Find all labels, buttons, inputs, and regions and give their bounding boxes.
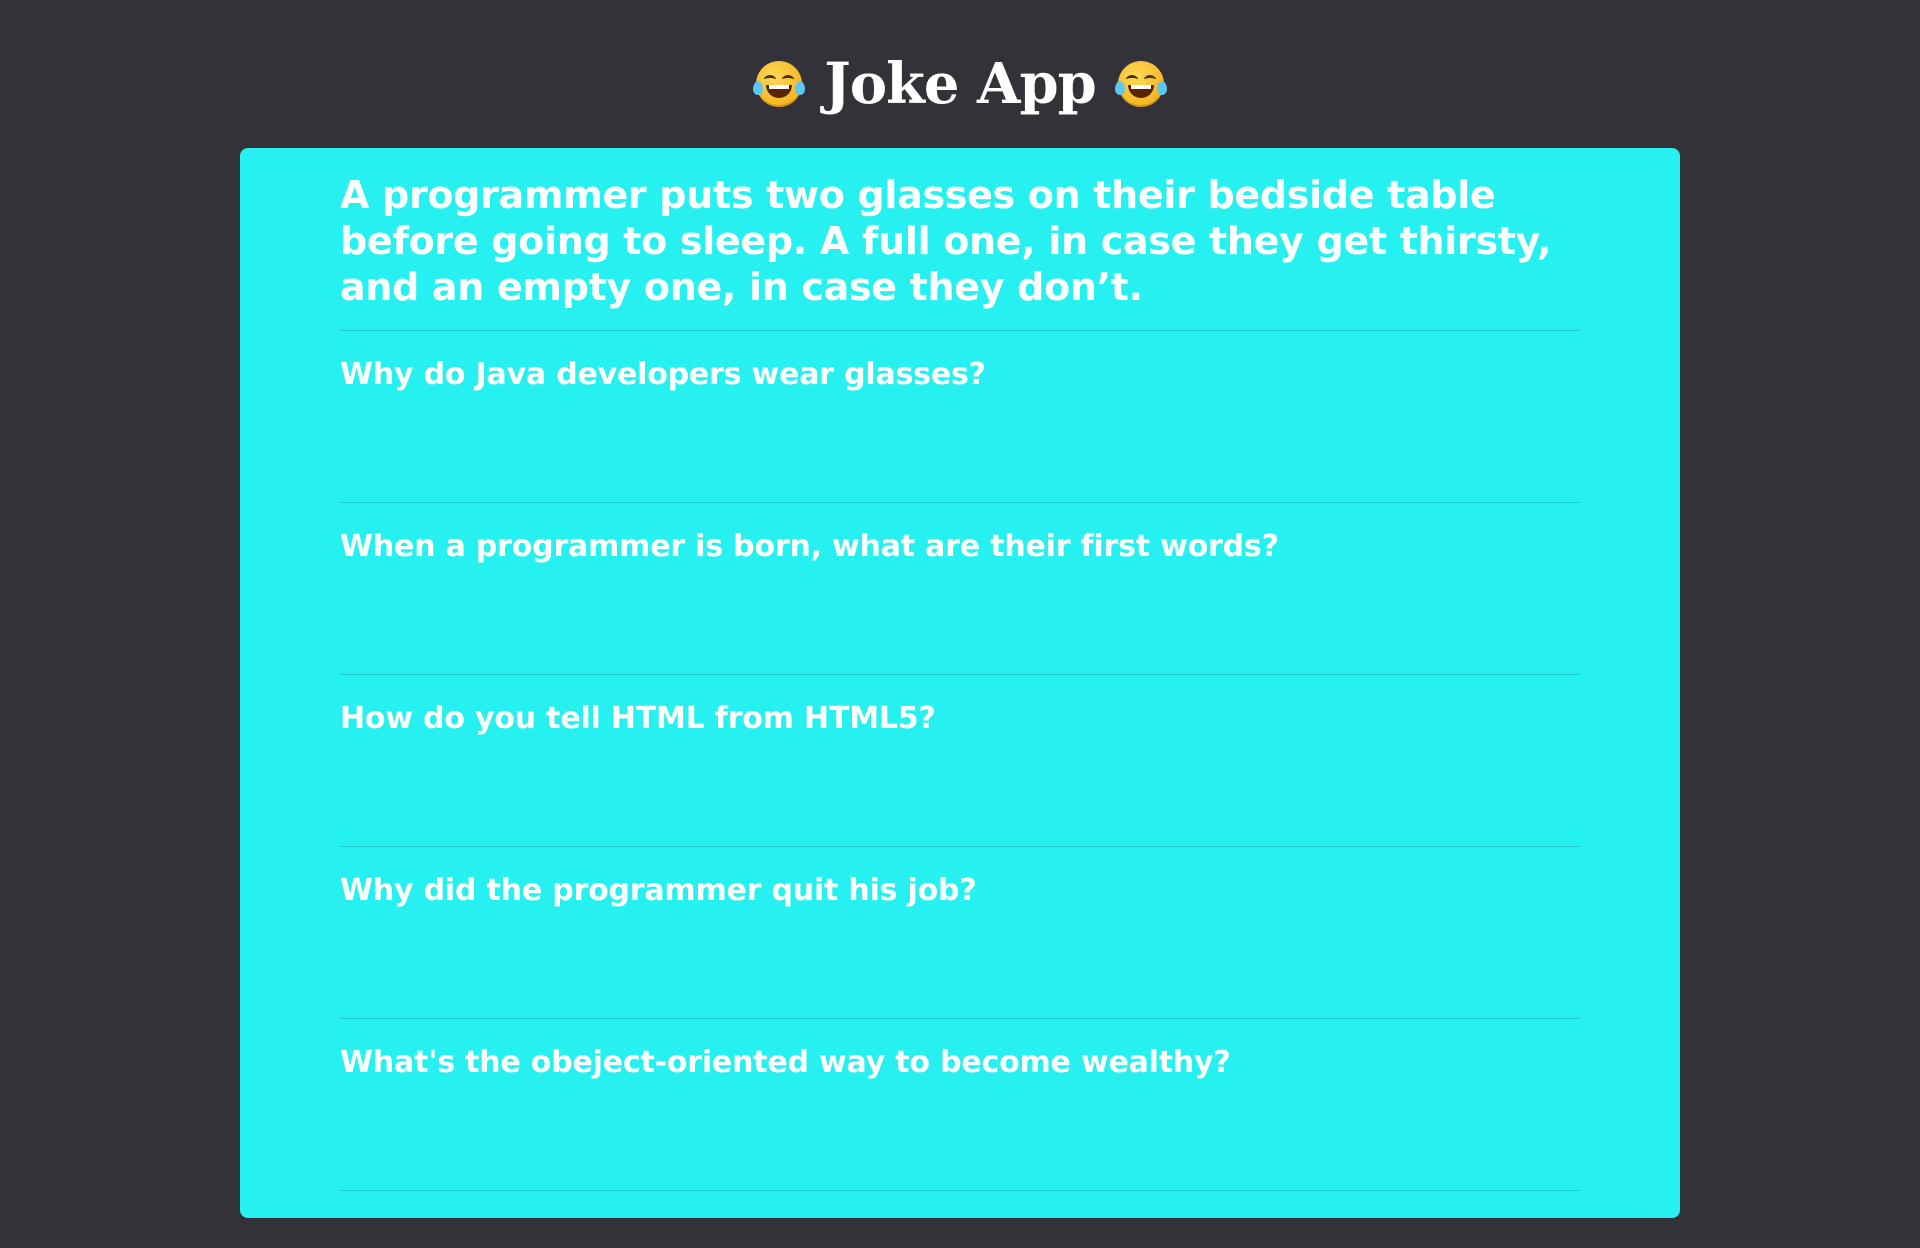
featured-joke: A programmer puts two glasses on their b… <box>340 172 1580 331</box>
joke-question-item[interactable]: How do you tell HTML from HTML5? <box>340 675 1580 847</box>
joke-question-item[interactable]: Why do Java developers wear glasses? <box>340 331 1580 503</box>
joy-emoji-icon <box>1114 61 1167 107</box>
joke-list: Why do Java developers wear glasses? Whe… <box>340 331 1580 1191</box>
joke-question-item[interactable]: What's the obeject-oriented way to becom… <box>340 1019 1580 1191</box>
joke-question-item[interactable]: Why did the programmer quit his job? <box>340 847 1580 1019</box>
app-title: Joke App <box>824 51 1097 117</box>
joy-emoji-icon <box>753 61 806 107</box>
joke-card-content: A programmer puts two glasses on their b… <box>340 172 1580 1191</box>
joke-question-item[interactable]: When a programmer is born, what are thei… <box>340 503 1580 675</box>
joke-card: A programmer puts two glasses on their b… <box>240 148 1680 1218</box>
app-header: Joke App <box>0 44 1920 124</box>
